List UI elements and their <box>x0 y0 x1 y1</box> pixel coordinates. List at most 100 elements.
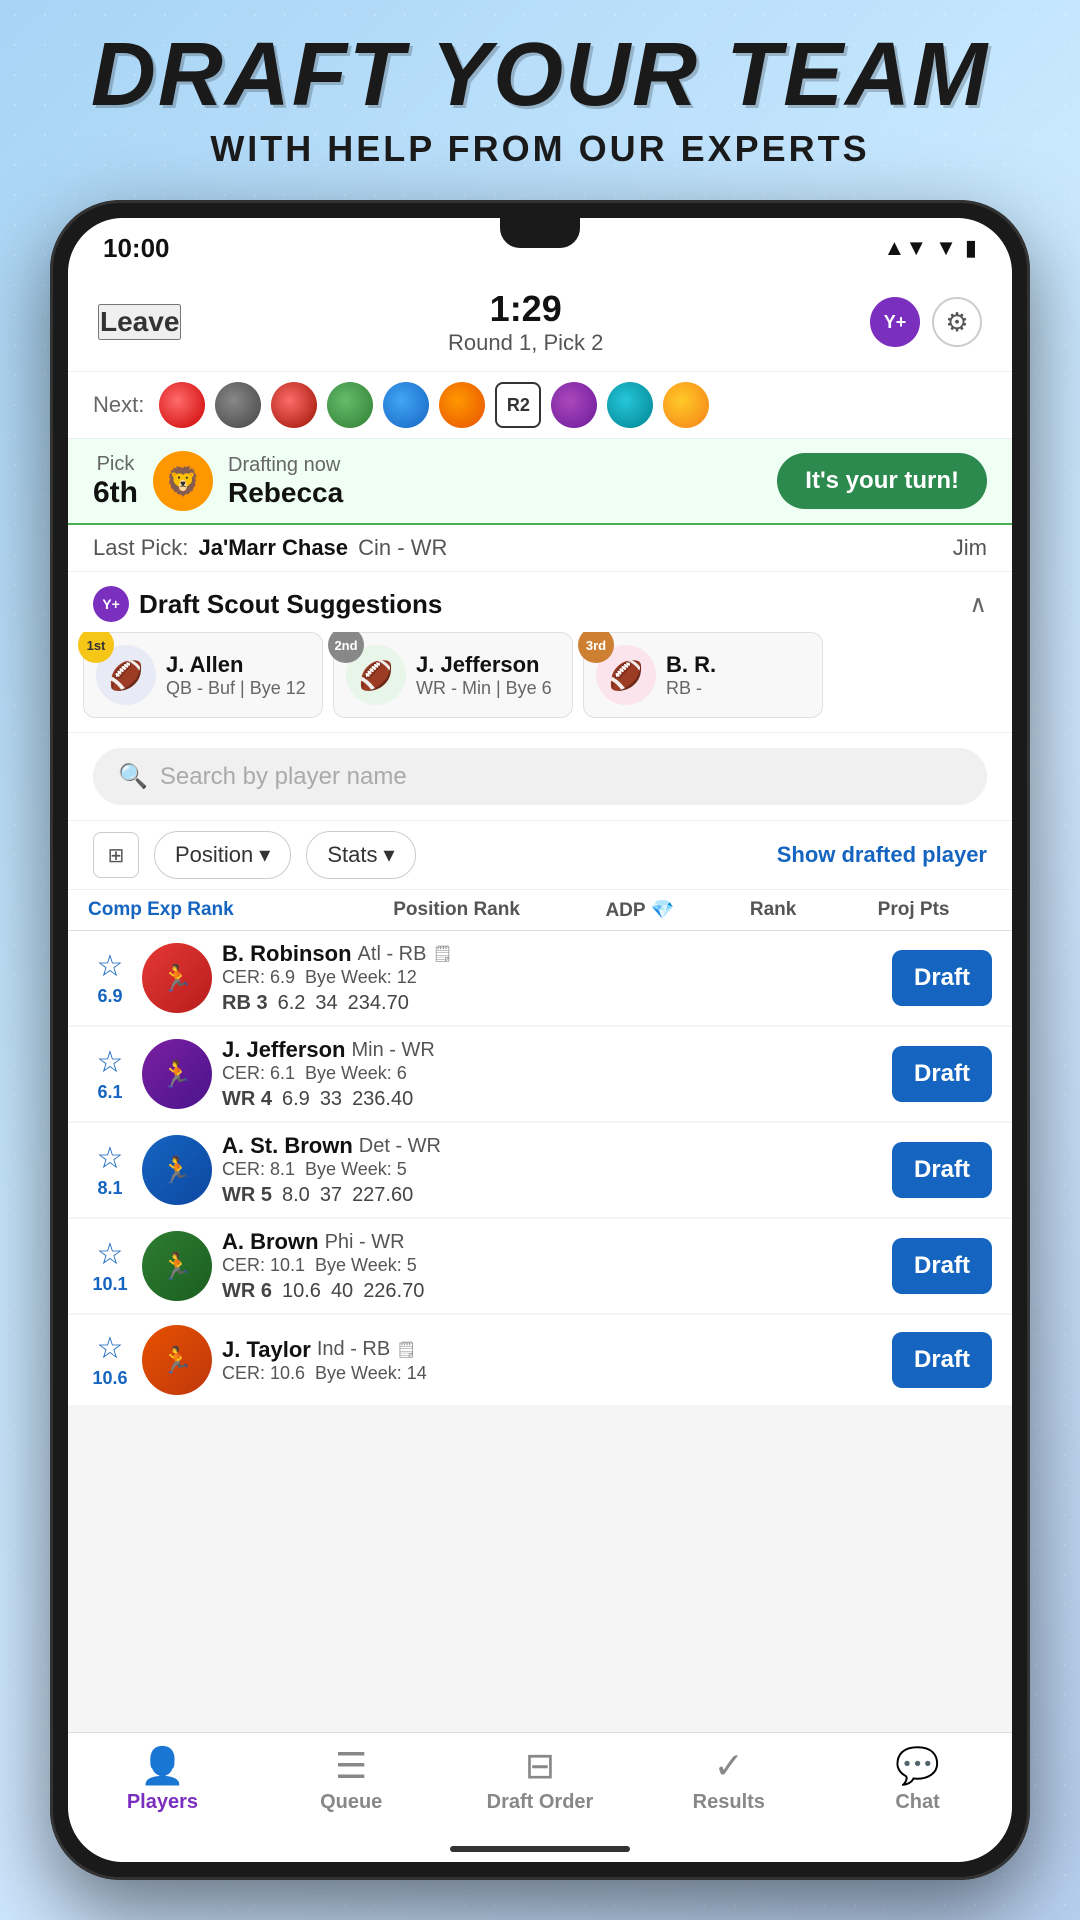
player-cer-1: CER: 6.9 Bye Week: 12 <box>222 967 882 988</box>
player-cer-2: CER: 6.1 Bye Week: 6 <box>222 1063 882 1084</box>
leave-button[interactable]: Leave <box>98 304 181 340</box>
last-pick-label: Last Pick: <box>93 535 188 560</box>
scout-player-pos-1: QB - Buf | Bye 12 <box>166 678 306 699</box>
star-icon-1: ☆ <box>97 949 124 984</box>
chat-label: Chat <box>895 1791 939 1814</box>
phone-notch <box>500 218 580 248</box>
wifi-icon: ▼ <box>935 235 957 261</box>
last-pick-text: Last Pick: Ja'Marr Chase Cin - WR <box>93 535 447 561</box>
scout-player-name-3: B. R. <box>666 652 716 678</box>
filter-icon-button[interactable]: ⊞ <box>93 832 139 878</box>
player-star-4[interactable]: ☆ 10.1 <box>88 1237 132 1295</box>
app-header: Leave 1:29 Round 1, Pick 2 Y+ ⚙ <box>68 278 1012 372</box>
scout-player-name-1: J. Allen <box>166 652 306 678</box>
draft-order-label: Draft Order <box>487 1791 594 1814</box>
adp-val-3: 8.0 <box>282 1184 310 1207</box>
draft-scout-section: Y+ Draft Scout Suggestions ∧ 1st 🏈 J. Al… <box>68 572 1012 733</box>
scout-player-info-3: B. R. RB - <box>666 652 716 699</box>
scout-badge: Y+ <box>93 586 129 622</box>
search-placeholder: Search by player name <box>160 763 407 791</box>
show-drafted-link[interactable]: Show drafted player <box>777 842 987 868</box>
table-header: Comp Exp Rank Position Rank ADP 💎 Rank P… <box>68 890 1012 931</box>
draft-order-icon: ⊟ <box>525 1745 555 1787</box>
rank-val-4: 40 <box>331 1280 353 1303</box>
filter-row: ⊞ Position ▾ Stats ▾ Show drafted player <box>68 821 1012 890</box>
nav-item-chat[interactable]: 💬 Chat <box>823 1745 1012 1814</box>
player-star-2[interactable]: ☆ 6.1 <box>88 1045 132 1103</box>
scout-player-3[interactable]: 3rd 🏈 B. R. RB - <box>583 632 823 718</box>
pos-rank-4: WR 6 <box>222 1280 272 1303</box>
player-name-line-3: A. St. Brown Det - WR <box>222 1133 882 1159</box>
yahoo-plus-badge[interactable]: Y+ <box>870 297 920 347</box>
note-icon-1: 🗒 <box>432 944 452 964</box>
player-cer-5: CER: 10.6 Bye Week: 14 <box>222 1363 882 1384</box>
players-icon: 👤 <box>140 1745 185 1787</box>
last-pick-row: Last Pick: Ja'Marr Chase Cin - WR Jim <box>68 525 1012 572</box>
star-icon-4: ☆ <box>97 1237 124 1272</box>
rank-val-1: 34 <box>315 992 337 1015</box>
scout-collapse-button[interactable]: ∧ <box>969 590 987 619</box>
draft-button-3[interactable]: Draft <box>892 1142 992 1198</box>
chat-icon: 💬 <box>895 1745 940 1787</box>
col-position-rank: Position Rank <box>350 899 564 921</box>
stats-filter[interactable]: Stats ▾ <box>306 831 415 879</box>
r2-badge: R2 <box>495 382 541 428</box>
player-name-5: J. Taylor <box>222 1337 311 1363</box>
player-avatar-5: 🏃 <box>142 1325 212 1395</box>
rank-val-2: 33 <box>320 1088 342 1111</box>
nav-item-results[interactable]: ✓ Results <box>634 1745 823 1814</box>
player-avatar-3: 🏃 <box>142 1135 212 1205</box>
last-pick-player: Ja'Marr Chase <box>199 535 349 560</box>
pos-rank-2: WR 4 <box>222 1088 272 1111</box>
phone-frame: 10:00 ▲▼ ▼ ▮ Leave 1:29 Round 1, Pick 2 … <box>50 200 1030 1880</box>
drafting-now-label: Drafting now <box>228 454 762 477</box>
player-star-1[interactable]: ☆ 6.9 <box>88 949 132 1007</box>
cer-score-1: 6.9 <box>97 986 122 1007</box>
scout-player-info-1: J. Allen QB - Buf | Bye 12 <box>166 652 306 699</box>
player-name-line-2: J. Jefferson Min - WR <box>222 1037 882 1063</box>
player-avatar-2: 🏃 <box>142 1039 212 1109</box>
player-name-1: B. Robinson <box>222 941 352 967</box>
scout-player-pos-3: RB - <box>666 678 716 699</box>
scout-player-1[interactable]: 1st 🏈 J. Allen QB - Buf | Bye 12 <box>83 632 323 718</box>
adp-diamond-icon: 💎 <box>651 900 675 921</box>
player-name-4: A. Brown <box>222 1229 319 1255</box>
position-filter[interactable]: Position ▾ <box>154 831 291 879</box>
draft-button-1[interactable]: Draft <box>892 950 992 1006</box>
player-star-3[interactable]: ☆ 8.1 <box>88 1141 132 1199</box>
page-title: DRAFT YOUR TEAM <box>0 30 1080 120</box>
drafting-row: Pick 6th 🦁 Drafting now Rebecca It's you… <box>68 439 1012 525</box>
col-proj-pts: Proj Pts <box>835 899 992 921</box>
star-icon-5: ☆ <box>97 1331 124 1366</box>
home-bar <box>450 1846 630 1852</box>
signal-icon: ▲▼ <box>884 235 928 261</box>
player-star-5[interactable]: ☆ 10.6 <box>88 1331 132 1389</box>
nav-item-players[interactable]: 👤 Players <box>68 1745 257 1814</box>
settings-button[interactable]: ⚙ <box>932 297 982 347</box>
player-team-2: Min - WR <box>352 1039 435 1062</box>
player-info-5: J. Taylor Ind - RB 🗒 CER: 10.6 Bye Week:… <box>222 1337 882 1384</box>
results-icon: ✓ <box>714 1745 744 1787</box>
pick-info: Pick 6th <box>93 453 138 510</box>
player-sub-row-4: WR 6 10.6 40 226.70 <box>222 1280 882 1303</box>
round-pick: Round 1, Pick 2 <box>448 330 603 356</box>
nav-item-draft-order[interactable]: ⊟ Draft Order <box>446 1745 635 1814</box>
scout-player-2[interactable]: 2nd 🏈 J. Jefferson WR - Min | Bye 6 <box>333 632 573 718</box>
draft-button-5[interactable]: Draft <box>892 1332 992 1388</box>
col-comp-exp[interactable]: Comp Exp Rank <box>88 899 345 921</box>
helmet-2 <box>215 382 261 428</box>
helmet-6 <box>439 382 485 428</box>
draft-button-4[interactable]: Draft <box>892 1238 992 1294</box>
your-turn-button[interactable]: It's your turn! <box>777 453 987 509</box>
pos-rank-1: RB 3 <box>222 992 268 1015</box>
nav-item-queue[interactable]: ☰ Queue <box>257 1745 446 1814</box>
scout-player-info-2: J. Jefferson WR - Min | Bye 6 <box>416 652 552 699</box>
player-avatar-1: 🏃 <box>142 943 212 1013</box>
queue-icon: ☰ <box>335 1745 367 1787</box>
scout-players: 1st 🏈 J. Allen QB - Buf | Bye 12 2nd 🏈 J… <box>68 632 1012 732</box>
search-bar[interactable]: 🔍 Search by player name <box>93 748 987 805</box>
player-avatar-4: 🏃 <box>142 1231 212 1301</box>
player-name-3: A. St. Brown <box>222 1133 353 1159</box>
draft-button-2[interactable]: Draft <box>892 1046 992 1102</box>
player-sub-row-2: WR 4 6.9 33 236.40 <box>222 1088 882 1111</box>
